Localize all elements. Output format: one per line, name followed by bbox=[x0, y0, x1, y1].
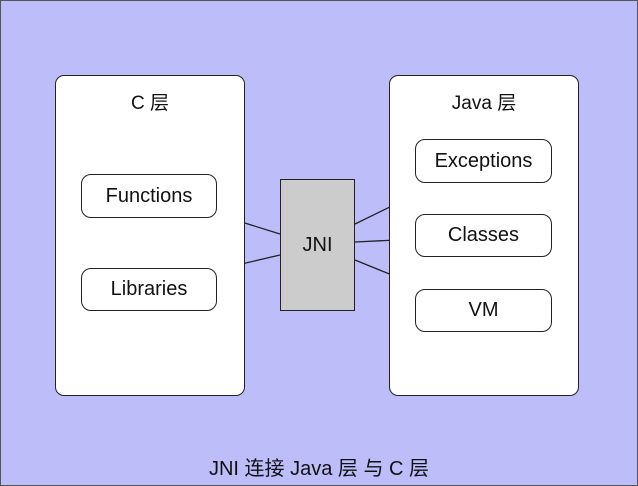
libraries-node: Libraries bbox=[81, 268, 217, 311]
functions-node: Functions bbox=[81, 174, 217, 218]
exceptions-node: Exceptions bbox=[415, 139, 552, 183]
c-layer-title: C 层 bbox=[130, 93, 169, 114]
classes-node: Classes bbox=[415, 214, 552, 257]
java-layer-title: Java 层 bbox=[451, 93, 517, 114]
diagram-canvas: C 层 Functions Libraries Java 层 Exception… bbox=[0, 0, 638, 486]
c-layer-panel: C 层 bbox=[55, 75, 245, 396]
diagram-caption: JNI 连接 Java 层 与 C 层 bbox=[208, 458, 430, 480]
jni-bridge-box: JNI bbox=[280, 179, 355, 311]
vm-node: VM bbox=[415, 289, 552, 332]
